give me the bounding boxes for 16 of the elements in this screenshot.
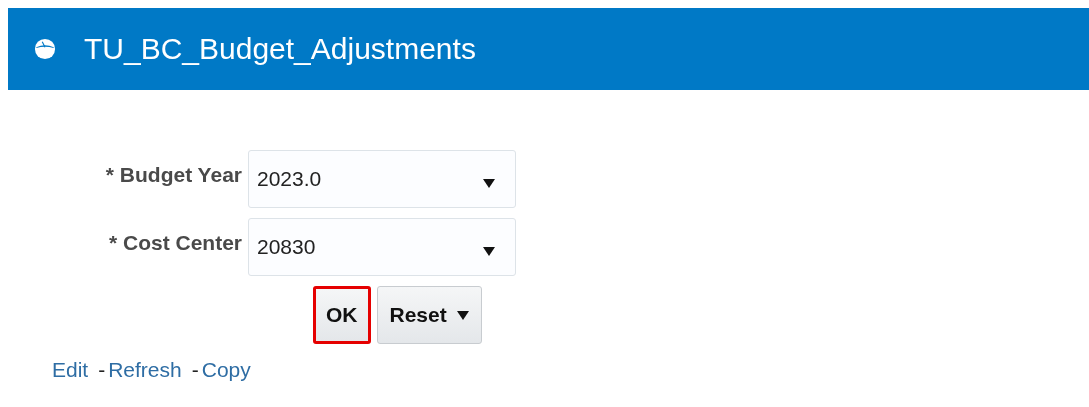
- dropdown-arrow-icon: [483, 246, 495, 256]
- caret-icon: [456, 310, 469, 320]
- gauge-icon: [34, 38, 56, 60]
- field-label: * Budget Year: [104, 163, 243, 187]
- ok-button[interactable]: OK: [313, 286, 371, 344]
- dropdown-field[interactable]: 2023.0: [248, 150, 516, 208]
- reset-menu-button[interactable]: Reset: [376, 286, 482, 344]
- dropdown-arrow-icon: [483, 178, 495, 188]
- field-label: * Cost Center: [107, 231, 243, 255]
- separator: -: [98, 358, 106, 382]
- link[interactable]: Edit: [52, 358, 89, 382]
- dropdown-field[interactable]: 20830: [248, 218, 516, 276]
- page-title: TU_BC_Budget_Adjustments: [84, 32, 476, 66]
- link[interactable]: Copy: [201, 358, 251, 382]
- link[interactable]: Refresh: [108, 358, 182, 382]
- separator: -: [191, 358, 199, 382]
